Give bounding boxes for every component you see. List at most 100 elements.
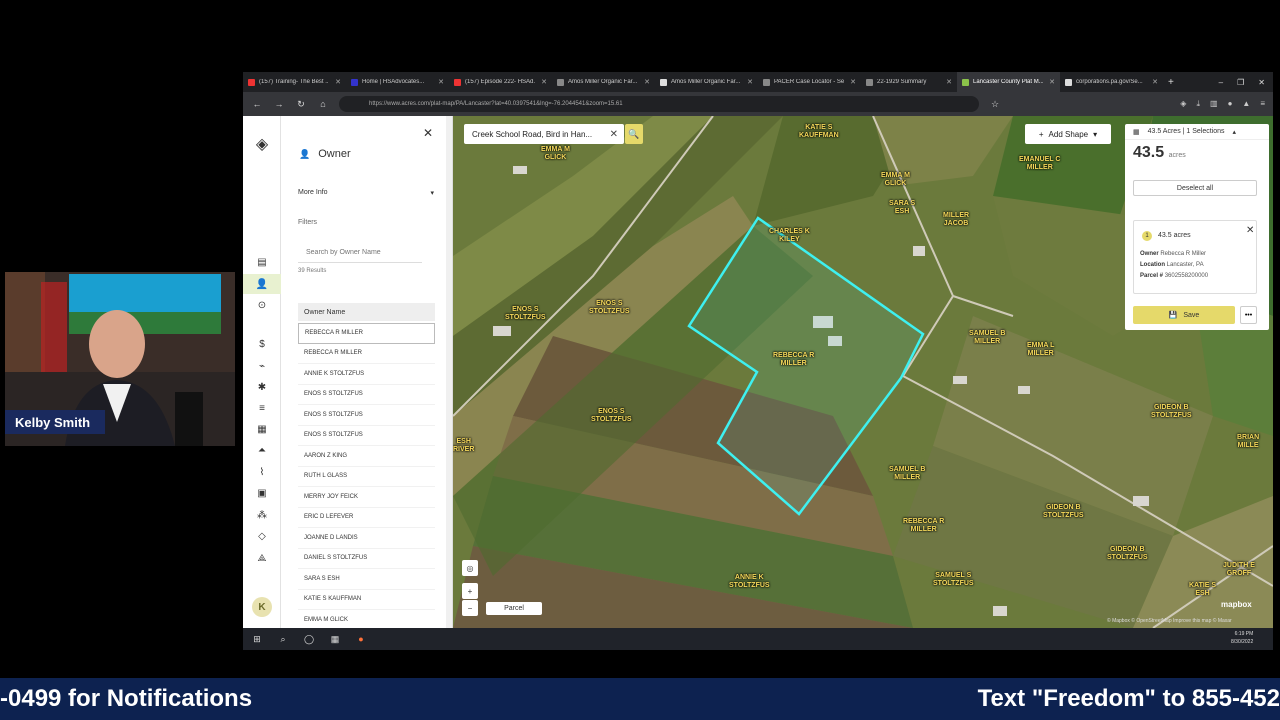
close-tab-icon[interactable]: ✕	[850, 78, 856, 86]
more-info-dropdown[interactable]: More Info ▾	[298, 189, 434, 197]
task-view-icon[interactable]: ◯	[303, 634, 315, 645]
url-field[interactable]: https://www.acres.com/plat-map/PA/Lancas…	[339, 96, 979, 112]
bookmark-star-icon[interactable]: ☆	[989, 99, 1001, 110]
satellite-map[interactable]: KATIE S KAUFFMAN EMMA M GLICK EMMA M GLICK…	[453, 116, 1273, 628]
owner-list-item[interactable]: ANNIE K STOLTZFUS	[298, 364, 435, 385]
clear-search-icon[interactable]: ✕	[610, 129, 624, 140]
close-tab-icon[interactable]: ✕	[946, 78, 952, 86]
search-icon[interactable]: ⌕	[277, 634, 289, 645]
owner-list-item[interactable]: REBECCA R MILLER	[298, 344, 435, 364]
soil-icon[interactable]: ≡	[243, 398, 281, 418]
owner-list-item[interactable]: ENOS S STOLTZFUS	[298, 405, 435, 426]
terrain-icon[interactable]: ⏶	[243, 440, 281, 460]
owner-map-label: CHARLES K KILEY	[769, 228, 810, 243]
chevron-up-icon[interactable]: ▴	[1233, 128, 1237, 136]
forward-icon[interactable]: →	[273, 99, 285, 109]
browser-tab[interactable]: Amos Miller Organic Far... ✕	[655, 72, 758, 92]
dollar-icon[interactable]: $	[243, 334, 281, 354]
grid-icon[interactable]: ▦	[243, 419, 281, 439]
browser-tab[interactable]: PACER Case Locator - Se... ✕	[758, 72, 861, 92]
pocket-icon[interactable]: ◈	[1180, 99, 1186, 109]
save-button[interactable]: 💾 Save	[1133, 306, 1235, 324]
owner-name-column-header[interactable]: Owner Name	[298, 303, 435, 321]
chart-icon[interactable]: ⌇	[243, 462, 281, 482]
close-tab-icon[interactable]: ✕	[644, 78, 650, 86]
download-icon[interactable]: ⤓	[1196, 99, 1200, 109]
building-icon[interactable]: ▣	[243, 483, 281, 503]
home-icon[interactable]: ⌂	[317, 99, 329, 109]
browser-tab[interactable]: corporations.pa.gov/Se... ✕	[1060, 72, 1163, 92]
system-clock[interactable]: 6:19 PM 8/30/2022	[1231, 630, 1253, 646]
tower-icon[interactable]: ⟁	[243, 548, 281, 568]
close-window-icon[interactable]: ✕	[1258, 78, 1265, 87]
parcel-index-badge: 1	[1142, 231, 1152, 241]
close-tab-icon[interactable]: ✕	[747, 78, 753, 86]
owner-list-item[interactable]: AARON Z KING	[298, 446, 435, 467]
zoom-out-button[interactable]: −	[462, 600, 478, 616]
owner-icon[interactable]: 👤	[243, 274, 281, 294]
browser-tab[interactable]: Lancaster County Plat M... ✕	[957, 72, 1060, 92]
owner-list-item[interactable]: ERIC D LEFEVER	[298, 508, 435, 528]
owner-list-item[interactable]: SARA S ESH	[298, 569, 435, 590]
search-icon[interactable]: 🔍	[625, 124, 643, 144]
file-explorer-icon[interactable]: ▦	[329, 634, 341, 645]
library-icon[interactable]: ▥	[1210, 99, 1218, 109]
map-search-field[interactable]: Creek School Road, Bird in Han... ✕	[464, 124, 624, 144]
pin-icon[interactable]: ⊙	[243, 295, 281, 315]
owner-map-label: ANNIE K STOLTZFUS	[729, 574, 770, 589]
avatar[interactable]: K	[252, 597, 272, 617]
owner-search-input[interactable]	[298, 243, 422, 263]
close-tab-icon[interactable]: ✕	[335, 78, 341, 86]
owner-map-label: ENOS S STOLTZFUS	[591, 408, 632, 423]
tab-label: 22-1929 Summary	[877, 79, 927, 85]
browser-tab[interactable]: (157) Training- The Best ... ✕	[243, 72, 346, 92]
deselect-all-button[interactable]: Deselect all	[1133, 180, 1257, 196]
zoom-in-button[interactable]: +	[462, 583, 478, 599]
browser-tab[interactable]: (157) Episode 222- HSAd... ✕	[449, 72, 552, 92]
close-panel-icon[interactable]: ✕	[423, 126, 433, 140]
owner-list-item[interactable]: DANIEL S STOLTZFUS	[298, 549, 435, 569]
water-drop-icon[interactable]: ◇	[243, 526, 281, 546]
close-tab-icon[interactable]: ✕	[1049, 78, 1055, 86]
owner-map-label: BRIAN MILLE	[1237, 434, 1260, 449]
new-tab-button[interactable]: +	[1163, 72, 1179, 92]
back-icon[interactable]: ←	[251, 99, 263, 109]
owner-list-item[interactable]: MERRY JOY FEICK	[298, 487, 435, 508]
locate-icon[interactable]: ◎	[462, 560, 478, 576]
selection-summary: 43.5 Acres | 1 Selections	[1147, 128, 1225, 135]
restore-icon[interactable]: ❐	[1237, 78, 1244, 87]
flood-icon[interactable]: ⁂	[243, 505, 281, 525]
browser-tab[interactable]: Home | HSAdvocates... ✕	[346, 72, 449, 92]
windows-start-icon[interactable]: ⊞	[251, 634, 263, 645]
owner-list-item[interactable]: JOANNE D LANDIS	[298, 528, 435, 549]
trend-icon[interactable]: ⌁	[243, 356, 281, 376]
map-attribution[interactable]: © Mapbox © OpenStreetMap Improve this ma…	[1107, 618, 1232, 624]
extension-icon[interactable]: ▲	[1242, 99, 1250, 109]
minimize-icon[interactable]: –	[1219, 78, 1223, 87]
reload-icon[interactable]: ↻	[295, 99, 307, 110]
close-tab-icon[interactable]: ✕	[1152, 78, 1158, 86]
owner-list-item[interactable]: KATIE S KAUFFMAN	[298, 590, 435, 610]
selection-header: ▦ 43.5 Acres | 1 Selections ▴	[1125, 124, 1269, 140]
account-icon[interactable]: ●	[1228, 99, 1233, 109]
owner-list-item[interactable]: RUTH L GLASS	[298, 467, 435, 487]
more-options-button[interactable]: •••	[1240, 306, 1257, 324]
add-shape-button[interactable]: + Add Shape ▾	[1025, 124, 1111, 144]
crop-icon[interactable]: ✱	[243, 377, 281, 397]
close-tab-icon[interactable]: ✕	[541, 78, 547, 86]
browser-window: (157) Training- The Best ... ✕ Home | HSAd…	[243, 72, 1273, 650]
menu-icon[interactable]: ≡	[1260, 99, 1265, 109]
owner-list-item[interactable]: ENOS S STOLTZFUS	[298, 426, 435, 446]
parcel-layer-toggle[interactable]: Parcel	[486, 602, 542, 615]
list-icon[interactable]: ▤	[243, 252, 281, 272]
browser-tab[interactable]: 22-1929 Summary ✕	[861, 72, 957, 92]
owner-list-item[interactable]: ENOS S STOLTZFUS	[298, 385, 435, 405]
firefox-icon[interactable]: ●	[355, 634, 367, 644]
remove-parcel-icon[interactable]: ✕	[1246, 225, 1254, 236]
browser-tab[interactable]: Amos Miller Organic Far... ✕	[552, 72, 655, 92]
owner-list-item[interactable]: REBECCA R MILLER	[298, 323, 435, 344]
close-tab-icon[interactable]: ✕	[438, 78, 444, 86]
owner-map-label: ENOS S STOLTZFUS	[589, 300, 630, 315]
layers-icon[interactable]: ◈	[243, 134, 281, 154]
panel-scrollbar[interactable]	[446, 116, 452, 635]
